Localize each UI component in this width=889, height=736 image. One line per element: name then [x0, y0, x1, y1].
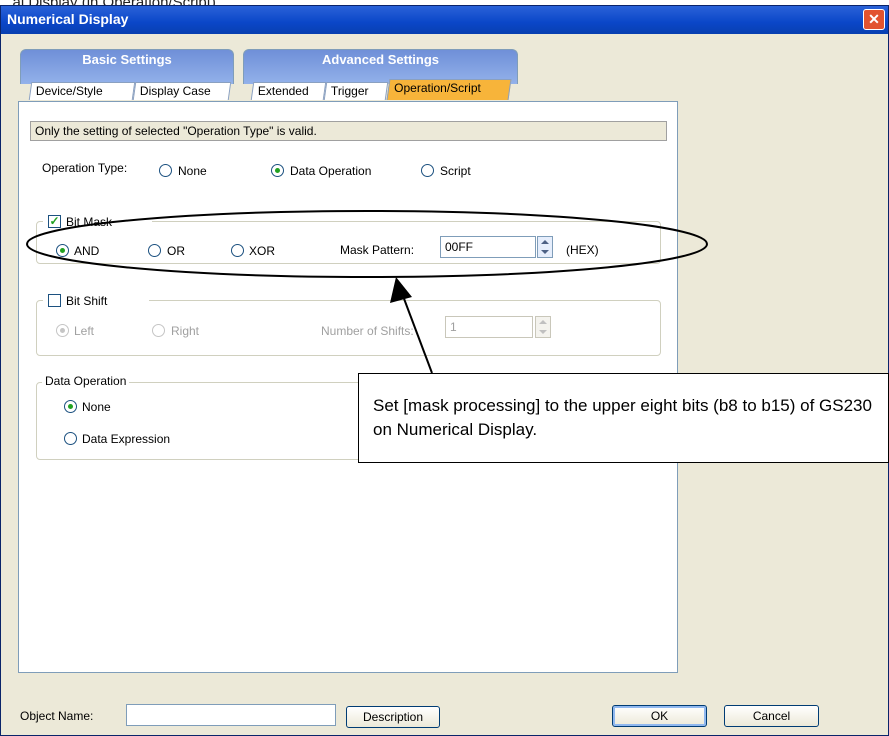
callout-arrow-line [402, 295, 433, 374]
callout-arrow-head [390, 277, 412, 303]
annotation-overlay [26, 210, 708, 374]
annotation-callout: Set [mask processing] to the upper eight… [358, 373, 889, 463]
highlight-ellipse [26, 210, 708, 278]
